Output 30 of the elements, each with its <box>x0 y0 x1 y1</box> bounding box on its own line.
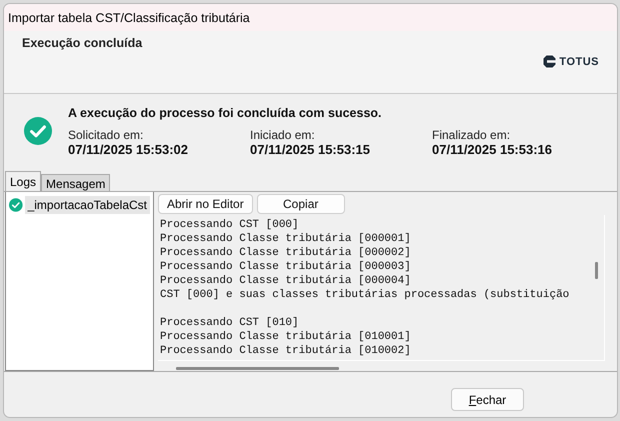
time-label: Solicitado em: <box>68 128 144 142</box>
time-label: Iniciado em: <box>250 128 316 142</box>
log-line: Processando CST [000] <box>160 218 299 232</box>
log-line: Processando Classe tributária [000001] <box>160 232 411 246</box>
header-title: Execução concluída <box>22 36 144 50</box>
window-title: Importar tabela CST/Classificação tributária <box>8 10 250 24</box>
log-line: Processando Classe tributária [000002] <box>160 246 411 260</box>
log-line: CST [000] e suas classes tributárias processadas (substituição <box>160 288 570 302</box>
time-label: Finalizado em: <box>432 128 512 142</box>
time-value: 07/11/2025 15:53:15 <box>250 142 371 157</box>
close-button[interactable]: Fechar <box>451 388 524 411</box>
tab[interactable]: Mensagem <box>41 174 110 191</box>
copy-button[interactable]: Copiar <box>256 194 345 214</box>
result-message: A execução do processo foi concluída com sucesso. <box>68 106 383 120</box>
tree-item[interactable]: _importacaoTabelaCst <box>24 196 150 214</box>
log-line: Processando Classe tributária [000003] <box>160 260 411 274</box>
log-line: Processando CST [010] <box>160 316 299 330</box>
success-icon <box>9 198 23 212</box>
tab[interactable]: Logs <box>5 171 42 191</box>
success-icon <box>24 117 52 145</box>
logo-icon <box>543 55 556 68</box>
open-editor-button[interactable]: Abrir no Editor <box>158 194 253 214</box>
log-line: Processando Classe tributária [000004] <box>160 274 411 288</box>
time-value: 07/11/2025 15:53:02 <box>68 142 189 157</box>
logo-text: TOTUS <box>559 56 599 68</box>
time-value: 07/11/2025 15:53:16 <box>432 142 553 157</box>
log-line: Processando Classe tributária [010001] <box>160 330 411 344</box>
log-line: Processando Classe tributária [010002] <box>160 344 411 358</box>
scrollbar-thumb[interactable] <box>176 367 339 370</box>
scrollbar-thumb[interactable] <box>595 262 598 279</box>
